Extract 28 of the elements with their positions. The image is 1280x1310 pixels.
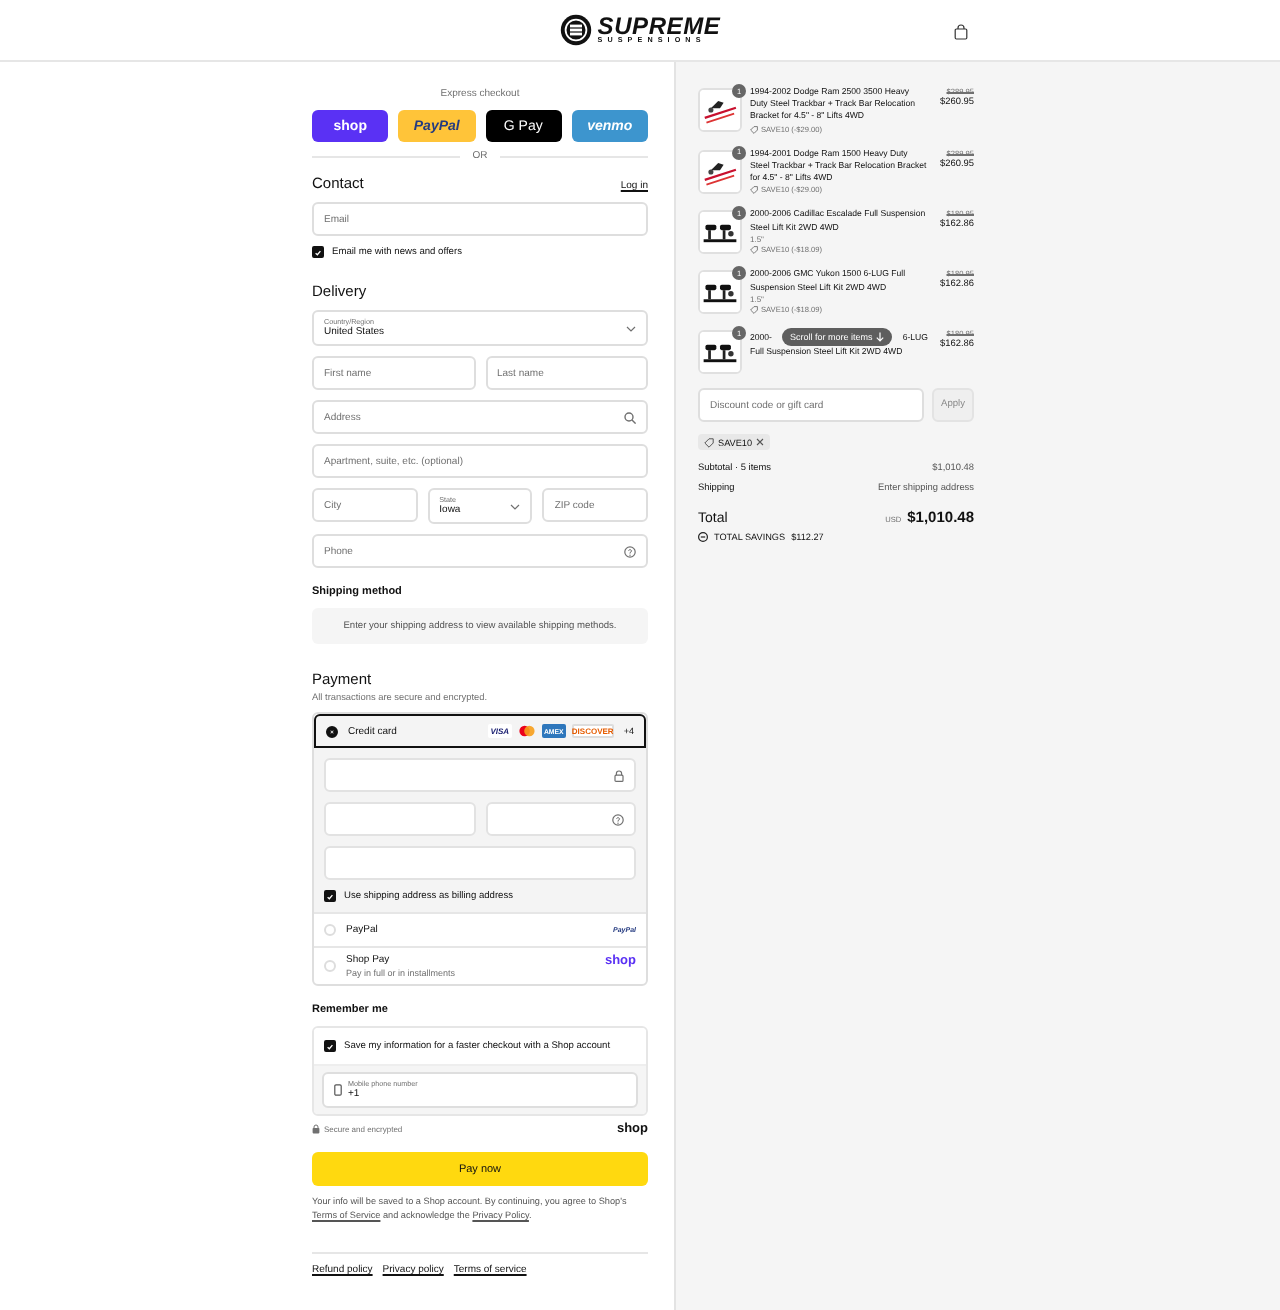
tag-icon [750, 125, 758, 134]
savings-icon [698, 531, 708, 542]
radio-button[interactable] [326, 725, 338, 737]
tag-icon [750, 245, 758, 254]
phone-icon [334, 1084, 342, 1096]
card-logo-icon [517, 724, 536, 738]
name-on-card-field[interactable] [324, 846, 636, 880]
checkbox[interactable] [312, 246, 324, 258]
tag-icon [750, 186, 758, 195]
security-code-field[interactable] [485, 802, 636, 836]
lock-icon [312, 1124, 320, 1134]
expiry-field[interactable] [324, 802, 475, 836]
tag-icon [704, 437, 714, 448]
logo-title: SUPREME [597, 14, 721, 39]
checkbox[interactable] [324, 1040, 336, 1052]
chevron-icon [510, 503, 521, 509]
card-number-field[interactable] [324, 758, 636, 792]
lock-icon [614, 769, 624, 781]
chevron-icon [626, 325, 636, 331]
emblem-icon [559, 14, 592, 46]
checkbox[interactable] [324, 890, 336, 902]
tag-icon [750, 305, 758, 314]
close-icon[interactable] [756, 438, 765, 447]
help-icon [624, 545, 636, 557]
search-icon [624, 411, 636, 423]
shopping-bag-icon[interactable] [954, 24, 968, 40]
help-icon [612, 813, 624, 825]
down-arrow-icon [876, 332, 885, 343]
